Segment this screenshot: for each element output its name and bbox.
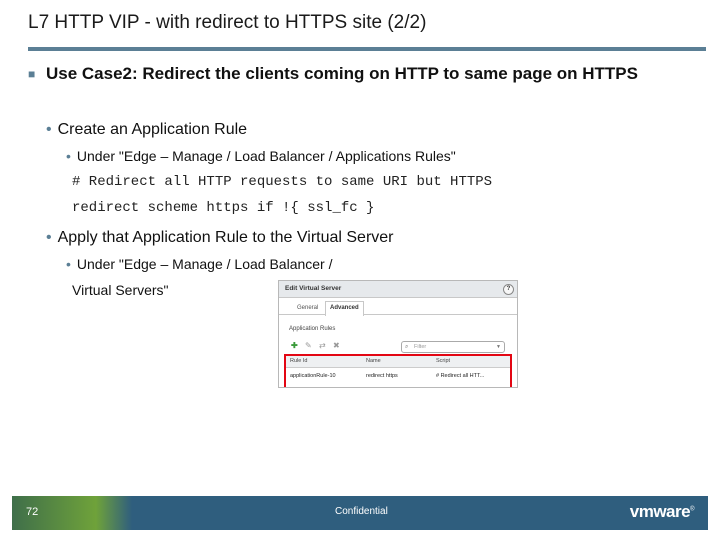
table-row[interactable]: applicationRule-10 redirect https # Redi…: [286, 368, 510, 384]
dialog-titlebar: Edit Virtual Server ?: [279, 281, 517, 298]
chevron-down-icon: ▼: [496, 344, 501, 350]
sub-bullet-apply-rule: • Apply that Application Rule to the Virt…: [46, 228, 394, 248]
sub-bullet-apply-rule-text: Apply that Application Rule to the Virtu…: [57, 229, 394, 246]
vmware-logo: vmware®: [629, 502, 695, 521]
search-icon: ⌕: [405, 344, 409, 350]
detail-edge-app-rules: • Under "Edge – Manage / Load Balancer / …: [66, 147, 456, 165]
dialog-title: Edit Virtual Server: [285, 285, 342, 292]
column-header-rule-id[interactable]: Rule Id: [290, 356, 307, 367]
detail-virtual-servers-cont: Virtual Servers": [72, 282, 169, 298]
detail-edge-virtual-servers: • Under "Edge – Manage / Load Balancer /: [66, 255, 333, 273]
add-icon[interactable]: ✚: [291, 341, 298, 351]
help-icon[interactable]: ?: [503, 284, 514, 295]
move-icon[interactable]: ⇄: [319, 341, 326, 351]
detail-edge-app-rules-text: Under "Edge – Manage / Load Balancer / A…: [76, 148, 456, 164]
remove-icon[interactable]: ✖: [333, 341, 340, 351]
page-number: 72: [26, 506, 39, 518]
filter-placeholder: Filter: [414, 344, 427, 350]
cell-name: redirect https: [366, 373, 398, 379]
slide-footer: 72 Confidential vmware®: [12, 496, 708, 530]
vmware-logo-text: vmware: [629, 502, 691, 521]
filter-input[interactable]: ⌕ Filter ▼: [401, 341, 505, 353]
bullet-use-case: ■ Use Case2: Redirect the clients coming…: [28, 62, 688, 86]
sub-bullet-create-rule: • Create an Application Rule: [46, 120, 247, 140]
application-rules-label: Application Rules: [289, 326, 336, 332]
dot-bullet-icon: •: [66, 256, 71, 272]
confidential-label: Confidential: [335, 506, 388, 517]
dot-bullet-icon: •: [66, 148, 71, 164]
dialog-tabs: General Advanced: [279, 298, 517, 316]
code-line-comment: # Redirect all HTTP requests to same URI…: [72, 174, 493, 190]
bullet-use-case-text: Use Case2: Redirect the clients coming o…: [46, 64, 638, 83]
dot-bullet-icon: •: [46, 121, 52, 138]
title-divider: [28, 47, 706, 51]
edit-icon[interactable]: ✎: [305, 341, 312, 351]
code-line-redirect: redirect scheme https if !{ ssl_fc }: [72, 200, 375, 216]
slide-title: L7 HTTP VIP - with redirect to HTTPS sit…: [28, 12, 427, 33]
tab-general[interactable]: General: [293, 302, 322, 314]
square-bullet-icon: ■: [28, 67, 36, 81]
tab-advanced[interactable]: Advanced: [325, 301, 364, 316]
column-header-script[interactable]: Script: [436, 356, 450, 367]
sub-bullet-create-rule-text: Create an Application Rule: [57, 121, 248, 138]
edit-virtual-server-dialog: Edit Virtual Server ? General Advanced A…: [278, 280, 518, 388]
grid-header: Rule Id Name Script: [286, 356, 510, 368]
dot-bullet-icon: •: [46, 229, 52, 246]
column-header-name[interactable]: Name: [366, 356, 381, 367]
cell-rule-id: applicationRule-10: [290, 373, 336, 379]
rules-toolbar: ✚ ✎ ⇄ ✖ ⌕ Filter ▼: [289, 341, 509, 353]
application-rules-grid: Rule Id Name Script applicationRule-10 r…: [284, 354, 512, 387]
cell-script: # Redirect all HTT...: [436, 373, 485, 379]
detail-edge-virtual-servers-text: Under "Edge – Manage / Load Balancer /: [76, 256, 333, 272]
